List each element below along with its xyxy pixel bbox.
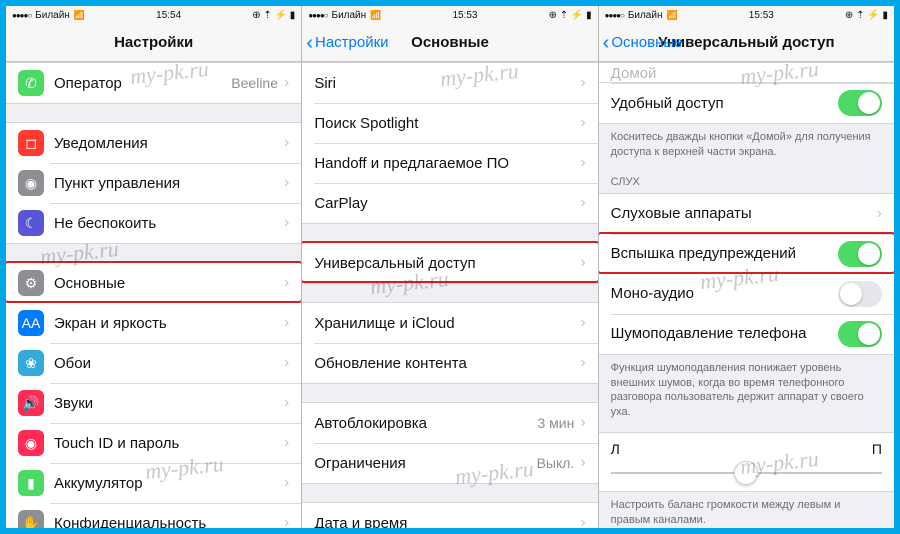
settings-row[interactable]: ◉Пункт управления› <box>6 163 301 203</box>
status-bar: ●●●●○Билайн 15:53 ⊕ ⇡ ⚡ ▮ <box>302 6 597 24</box>
wifi-icon <box>370 10 381 21</box>
chevron-right-icon: › <box>284 394 289 412</box>
chevron-right-icon: › <box>580 314 585 332</box>
chevron-left-icon: ‹ <box>306 33 313 53</box>
chevron-right-icon: › <box>580 514 585 528</box>
group-footer: Коснитесь дважды кнопки «Домой» для полу… <box>599 124 894 162</box>
toggle-row[interactable]: Моно-аудио <box>599 274 894 314</box>
settings-row[interactable]: Универсальный доступ› <box>302 243 597 283</box>
touchid-icon: ◉ <box>18 430 44 456</box>
toggle-switch[interactable] <box>838 321 882 347</box>
settings-row[interactable]: Слуховые аппараты› <box>599 194 894 234</box>
settings-row[interactable]: ❀Обои› <box>6 343 301 383</box>
nav-header: Настройки <box>6 24 301 62</box>
balance-right-label: П <box>872 441 882 457</box>
balance-slider-row: Л П <box>599 433 894 491</box>
settings-row[interactable]: ◉Touch ID и пароль› <box>6 423 301 463</box>
chevron-right-icon: › <box>580 74 585 92</box>
chevron-right-icon: › <box>284 434 289 452</box>
sounds-icon: 🔊 <box>18 390 44 416</box>
settings-row[interactable]: 🔊Звуки› <box>6 383 301 423</box>
reachability-toggle-row[interactable]: Удобный доступ <box>599 83 894 123</box>
chevron-right-icon: › <box>580 194 585 212</box>
settings-row[interactable]: Хранилище и iCloud› <box>302 303 597 343</box>
phone-icon: ✆ <box>18 70 44 96</box>
control-center-icon: ◉ <box>18 170 44 196</box>
accessibility-pane: ●●●●○Билайн 15:53 ⊕ ⇡ ⚡ ▮ ‹Основные Унив… <box>598 6 894 528</box>
group-footer: Настроить баланс громкости между левым и… <box>599 492 894 528</box>
settings-row[interactable]: Поиск Spotlight› <box>302 103 597 143</box>
settings-row[interactable]: CarPlay› <box>302 183 597 223</box>
settings-row[interactable]: AAЭкран и яркость› <box>6 303 301 343</box>
status-bar: ●●●●○Билайн 15:54 ⊕ ⇡ ⚡ ▮ <box>6 6 301 24</box>
privacy-icon: ✋ <box>18 510 44 528</box>
chevron-right-icon: › <box>284 134 289 152</box>
toggle-row[interactable]: Вспышка предупреждений <box>599 234 894 274</box>
chevron-right-icon: › <box>580 414 585 432</box>
settings-row[interactable]: ✆ОператорBeeline› <box>6 63 301 103</box>
status-bar: ●●●●○Билайн 15:53 ⊕ ⇡ ⚡ ▮ <box>599 6 894 24</box>
general-icon: ⚙ <box>18 270 44 296</box>
toggle-switch[interactable] <box>838 90 882 116</box>
balance-slider[interactable] <box>611 459 882 487</box>
settings-row[interactable]: Домой <box>599 63 894 83</box>
settings-row[interactable]: ◻Уведомления› <box>6 123 301 163</box>
settings-row[interactable]: ☾Не беспокоить› <box>6 203 301 243</box>
chevron-right-icon: › <box>580 354 585 372</box>
balance-left-label: Л <box>611 441 620 457</box>
toggle-switch[interactable] <box>838 241 882 267</box>
settings-row[interactable]: Handoff и предлагаемое ПО› <box>302 143 597 183</box>
page-title: Настройки <box>114 34 193 51</box>
nav-header: ‹Настройки Основные <box>302 24 597 62</box>
clock: 15:54 <box>156 10 181 21</box>
chevron-right-icon: › <box>284 274 289 292</box>
settings-row[interactable]: ОграниченияВыкл.› <box>302 443 597 483</box>
settings-row[interactable]: Автоблокировка3 мин› <box>302 403 597 443</box>
wifi-icon <box>74 10 85 21</box>
chevron-right-icon: › <box>284 174 289 192</box>
nav-header: ‹Основные Универсальный доступ <box>599 24 894 62</box>
chevron-right-icon: › <box>284 354 289 372</box>
settings-row[interactable]: Обновление контента› <box>302 343 597 383</box>
chevron-right-icon: › <box>580 114 585 132</box>
chevron-right-icon: › <box>284 314 289 332</box>
battery-icon: ▮ <box>18 470 44 496</box>
settings-row[interactable]: Siri› <box>302 63 597 103</box>
settings-row[interactable]: ✋Конфиденциальность› <box>6 503 301 528</box>
settings-row[interactable]: ⚙Основные› <box>6 263 301 303</box>
back-button[interactable]: ‹Настройки <box>306 33 388 53</box>
wallpaper-icon: ❀ <box>18 350 44 376</box>
chevron-right-icon: › <box>580 154 585 172</box>
clock: 15:53 <box>452 10 477 21</box>
toggle-switch[interactable] <box>838 281 882 307</box>
toggle-row[interactable]: Шумоподавление телефона <box>599 314 894 354</box>
chevron-right-icon: › <box>284 74 289 92</box>
page-title: Универсальный доступ <box>658 34 834 51</box>
page-title: Основные <box>411 34 489 51</box>
group-footer: Функция шумоподавления понижает уровень … <box>599 355 894 422</box>
settings-row[interactable]: ▮Аккумулятор› <box>6 463 301 503</box>
display-icon: AA <box>18 310 44 336</box>
chevron-right-icon: › <box>284 474 289 492</box>
settings-row[interactable]: Дата и время› <box>302 503 597 528</box>
clock: 15:53 <box>749 10 774 21</box>
settings-root-pane: ●●●●○Билайн 15:54 ⊕ ⇡ ⚡ ▮ Настройки ✆Опе… <box>6 6 301 528</box>
back-button[interactable]: ‹Основные <box>603 33 683 53</box>
chevron-right-icon: › <box>284 514 289 528</box>
notifications-icon: ◻ <box>18 130 44 156</box>
chevron-left-icon: ‹ <box>603 33 610 53</box>
chevron-right-icon: › <box>284 214 289 232</box>
wifi-icon <box>666 10 677 21</box>
dnd-icon: ☾ <box>18 210 44 236</box>
chevron-right-icon: › <box>877 205 882 223</box>
group-header-hearing: СЛУХ <box>599 162 894 193</box>
settings-general-pane: ●●●●○Билайн 15:53 ⊕ ⇡ ⚡ ▮ ‹Настройки Осн… <box>301 6 597 528</box>
chevron-right-icon: › <box>580 454 585 472</box>
chevron-right-icon: › <box>580 254 585 272</box>
